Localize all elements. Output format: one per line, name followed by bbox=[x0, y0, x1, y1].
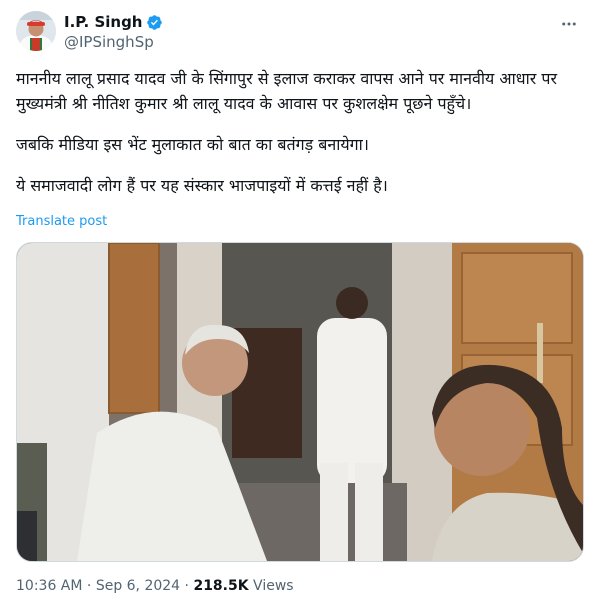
meta-separator: · bbox=[180, 578, 194, 594]
author-name[interactable]: I.P. Singh bbox=[64, 13, 142, 31]
author-handle[interactable]: @IPSinghSp bbox=[64, 33, 154, 51]
tweet-meta: 10:36 AM · Sep 6, 2024 · 218.5K Views bbox=[16, 578, 294, 594]
tweet-paragraph: जबकि मीडिया इस भेंट मुलाकात को बात का बत… bbox=[16, 135, 369, 154]
verified-badge-icon bbox=[146, 14, 163, 31]
tweet-text: माननीय लालू प्रसाद यादव जी के सिंगापुर स… bbox=[16, 66, 586, 214]
tweet-time[interactable]: 10:36 AM bbox=[16, 578, 82, 594]
tweet-paragraph: ये समाजवादी लोग हैं पर यह संस्कार भाजपाइ… bbox=[16, 176, 388, 195]
tweet-date[interactable]: Sep 6, 2024 bbox=[96, 578, 180, 594]
tweet-paragraph: माननीय लालू प्रसाद यादव जी के सिंगापुर स… bbox=[16, 69, 558, 113]
more-options-icon[interactable] bbox=[558, 13, 580, 35]
views-count[interactable]: 218.5K bbox=[193, 578, 248, 594]
translate-post-link[interactable]: Translate post bbox=[16, 214, 107, 229]
tweet-media-image[interactable] bbox=[16, 242, 584, 562]
views-label: Views bbox=[248, 578, 294, 594]
meta-separator: · bbox=[82, 578, 96, 594]
tweet-header: I.P. Singh @IPSinghSp bbox=[16, 11, 584, 55]
avatar[interactable] bbox=[16, 11, 56, 51]
